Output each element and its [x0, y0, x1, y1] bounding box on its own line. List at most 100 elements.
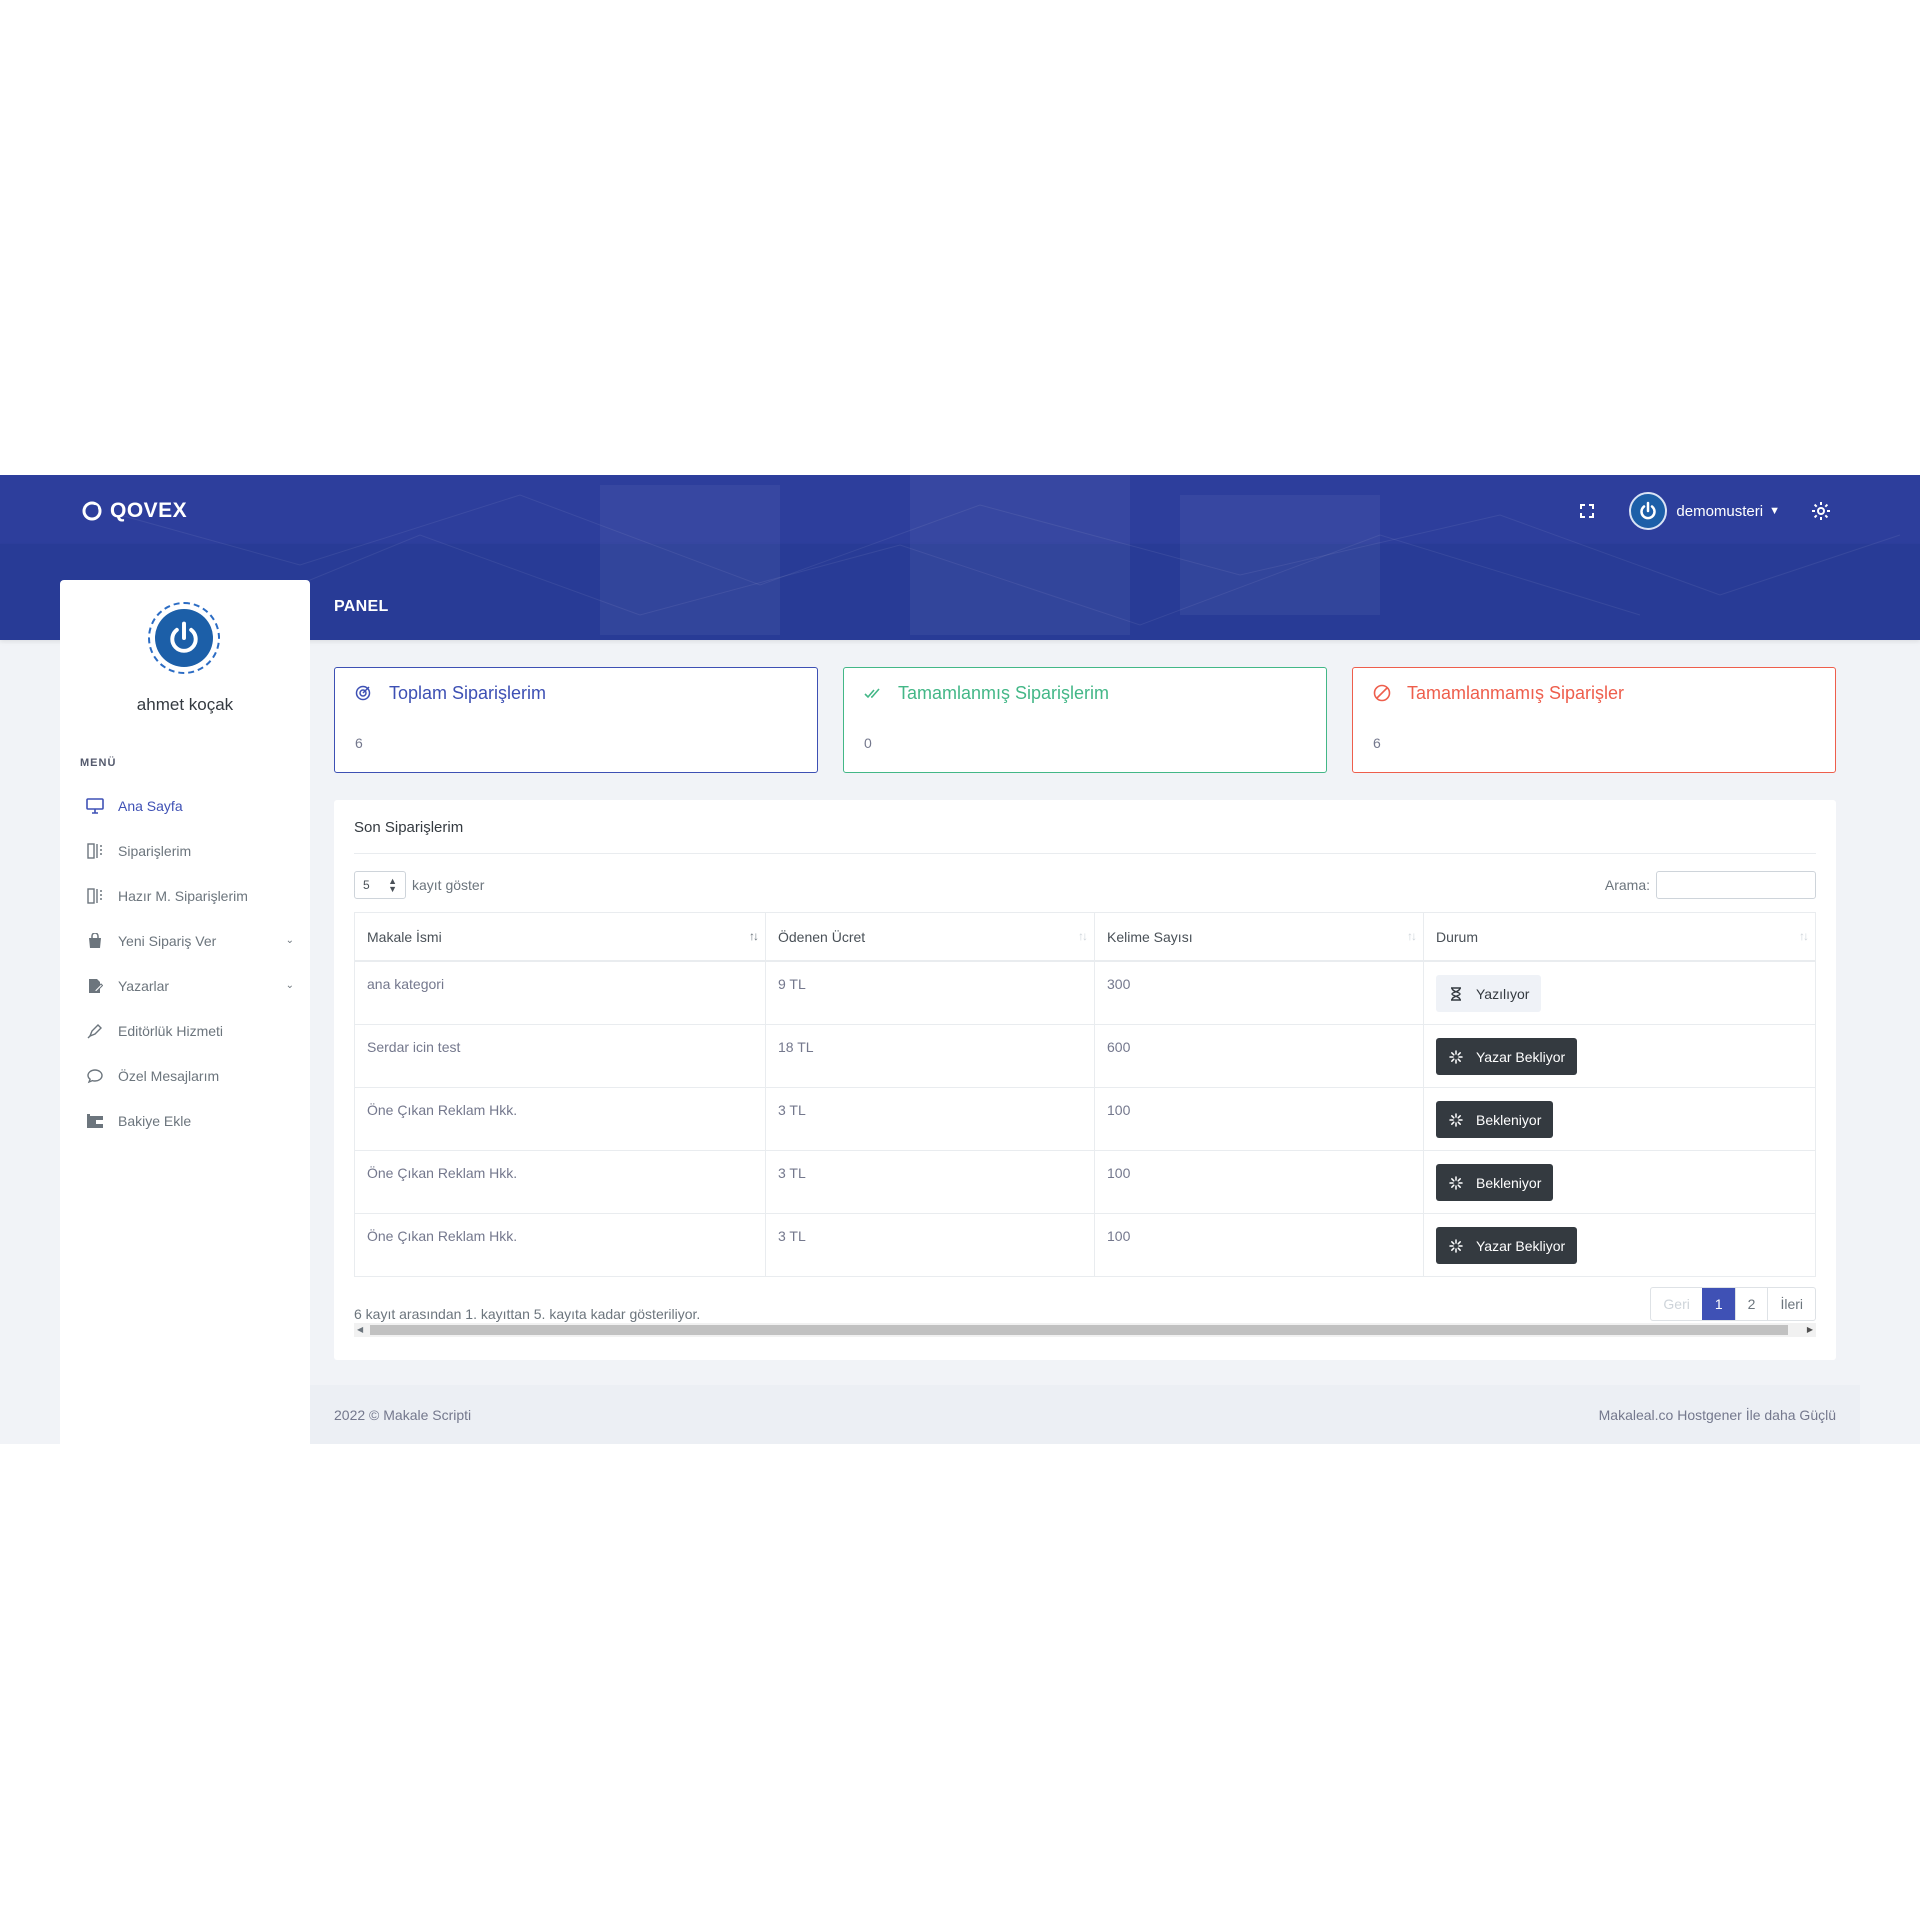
- search-input[interactable]: [1656, 871, 1816, 899]
- fullscreen-icon[interactable]: [1567, 491, 1607, 531]
- cell-name: Öne Çıkan Reklam Hkk.: [367, 1228, 518, 1244]
- stat-title: Tamamlanmamış Siparişler: [1407, 682, 1625, 703]
- page-length-control: 5 ▲ ▼ kayıt göster: [354, 871, 484, 899]
- chevron-down-icon[interactable]: ⌄: [286, 980, 294, 991]
- shopping-bag-icon: [84, 930, 106, 952]
- stat-title: Toplam Siparişlerim: [389, 682, 547, 703]
- profile-name: ahmet koçak: [136, 695, 234, 714]
- column-label: Ödenen Ücret: [778, 928, 866, 945]
- status-badge[interactable]: Yazar Bekliyor: [1436, 1038, 1578, 1075]
- pagination: Geri 1 2 İleri: [1650, 1287, 1816, 1321]
- status-label: Yazılıyor: [1476, 985, 1530, 1002]
- table-row[interactable]: Öne Çıkan Reklam Hkk. 3 TL 100 Yazar Bek…: [354, 1213, 1816, 1277]
- stat-value: 6: [355, 735, 363, 751]
- sidebar-item-bakiye-ekle[interactable]: Bakiye Ekle: [80, 1098, 310, 1143]
- chevron-down-icon[interactable]: ⌄: [286, 935, 294, 946]
- pagination-page-2[interactable]: 2: [1734, 1288, 1768, 1320]
- sort-updown-icon: ▲ ▼: [388, 876, 397, 894]
- sidebar-item-label: Siparişlerim: [118, 842, 192, 859]
- cell-name: Öne Çıkan Reklam Hkk.: [367, 1102, 518, 1118]
- horizontal-scrollbar[interactable]: ◀ ▶: [354, 1323, 1816, 1337]
- scroll-right-icon[interactable]: ▶: [1807, 1323, 1813, 1337]
- sidebar: ahmet koçak MENÜ Ana Sayfa Siparişlerim …: [60, 580, 310, 1444]
- search-label: Arama:: [1604, 877, 1650, 893]
- stat-card-completed[interactable]: Tamamlanmış Siparişlerim 0: [843, 667, 1327, 773]
- page-length-value: 5: [363, 878, 370, 892]
- sidebar-item-label: Hazır M. Siparişlerim: [118, 887, 248, 904]
- sidebar-item-yazarlar[interactable]: Yazarlar ⌄: [80, 963, 310, 1008]
- column-header-durum[interactable]: Durum ↑↓: [1423, 912, 1816, 962]
- cell-words: 100: [1107, 1228, 1131, 1244]
- columns-icon: [84, 840, 106, 862]
- hourglass-icon: [1448, 986, 1464, 1002]
- chat-icon: [84, 1065, 106, 1087]
- user-avatar[interactable]: [1629, 492, 1668, 530]
- sidebar-item-label: Editörlük Hizmeti: [118, 1022, 224, 1039]
- cell-price: 9 TL: [778, 976, 806, 992]
- power-icon: [1640, 501, 1657, 520]
- divider: [354, 853, 1816, 854]
- sort-asc-icon: ↑↓: [749, 929, 759, 943]
- column-header-makale[interactable]: Makale İsmi ↑↓: [354, 912, 766, 962]
- footer: 2022 © Makale Scripti Makaleal.co Hostge…: [310, 1385, 1860, 1444]
- column-label: Makale İsmi: [367, 928, 442, 945]
- sidebar-item-siparislerim[interactable]: Siparişlerim: [80, 828, 310, 873]
- app-shell: QOVEX demomusteri ▼ PANEL ahmet koçak ME…: [0, 475, 1920, 1444]
- footer-copyright: 2022 © Makale Scripti: [334, 1407, 472, 1423]
- stat-card-incomplete[interactable]: Tamamlanmamış Siparişler 6: [1352, 667, 1836, 773]
- table-row[interactable]: Serdar icin test 18 TL 600 Yazar Bekliyo…: [354, 1024, 1816, 1088]
- cell-price: 3 TL: [778, 1228, 806, 1244]
- profile-avatar: [148, 602, 220, 674]
- sidebar-item-ana-sayfa[interactable]: Ana Sayfa: [80, 783, 310, 828]
- status-badge[interactable]: Bekleniyor: [1436, 1101, 1554, 1138]
- column-header-kelime[interactable]: Kelime Sayısı ↑↓: [1094, 912, 1424, 962]
- sidebar-item-editorluk[interactable]: Editörlük Hizmeti: [80, 1008, 310, 1053]
- status-badge[interactable]: Yazılıyor: [1436, 975, 1542, 1012]
- scrollbar-thumb[interactable]: [370, 1325, 1788, 1335]
- column-header-ucret[interactable]: Ödenen Ücret ↑↓: [765, 912, 1095, 962]
- recent-orders-card: Son Siparişlerim 5 ▲ ▼ kayıt göster Arama…: [334, 800, 1836, 1360]
- power-icon: [170, 621, 198, 653]
- spinner-icon: [1448, 1175, 1464, 1191]
- columns-icon: [84, 885, 106, 907]
- pen-icon: [84, 1020, 106, 1042]
- cell-price: 3 TL: [778, 1102, 806, 1118]
- chevron-down-icon[interactable]: ▼: [1769, 505, 1780, 517]
- cell-name: Serdar icin test: [367, 1039, 461, 1055]
- page-length-label: kayıt göster: [412, 877, 485, 893]
- cell-price: 3 TL: [778, 1165, 806, 1181]
- stat-title: Tamamlanmış Siparişlerim: [898, 682, 1110, 703]
- wallet-icon: [84, 1110, 106, 1132]
- table-row[interactable]: ana kategori 9 TL 300 Yazılıyor: [354, 960, 1816, 1025]
- cell-words: 100: [1107, 1102, 1131, 1118]
- pagination-prev[interactable]: Geri: [1651, 1288, 1701, 1320]
- pagination-next[interactable]: İleri: [1767, 1288, 1815, 1320]
- brand-name: QOVEX: [110, 499, 188, 522]
- table-row[interactable]: Öne Çıkan Reklam Hkk. 3 TL 100 Bekleniyo…: [354, 1087, 1816, 1151]
- pagination-page-1[interactable]: 1: [1701, 1288, 1735, 1320]
- stat-value: 6: [1373, 735, 1381, 751]
- cell-words: 300: [1107, 976, 1131, 992]
- sidebar-item-label: Bakiye Ekle: [118, 1112, 192, 1129]
- sidebar-item-ozel-mesajlar[interactable]: Özel Mesajlarım: [80, 1053, 310, 1098]
- page-length-select[interactable]: 5 ▲ ▼: [354, 871, 406, 899]
- table-row[interactable]: Öne Çıkan Reklam Hkk. 3 TL 100 Bekleniyo…: [354, 1150, 1816, 1214]
- sidebar-item-hazir-siparislerim[interactable]: Hazır M. Siparişlerim: [80, 873, 310, 918]
- scroll-left-icon[interactable]: ◀: [357, 1323, 363, 1337]
- footer-credit: Makaleal.co Hostgener İle daha Güçlü: [1598, 1407, 1836, 1423]
- status-label: Yazar Bekliyor: [1476, 1048, 1566, 1065]
- stat-card-total[interactable]: Toplam Siparişlerim 6: [334, 667, 818, 773]
- status-label: Yazar Bekliyor: [1476, 1237, 1566, 1254]
- file-edit-icon: [84, 975, 106, 997]
- sidebar-menu: Ana Sayfa Siparişlerim Hazır M. Siparişl…: [80, 783, 310, 1143]
- gear-icon[interactable]: [1810, 500, 1832, 522]
- brand-logo[interactable]: QOVEX: [82, 499, 187, 523]
- status-badge[interactable]: Yazar Bekliyor: [1436, 1227, 1578, 1264]
- sidebar-item-yeni-siparis[interactable]: Yeni Sipariş Ver ⌄: [80, 918, 310, 963]
- user-name[interactable]: demomusteri: [1676, 503, 1763, 520]
- sort-icon: ↑↓: [1407, 929, 1417, 943]
- sidebar-item-label: Özel Mesajlarım: [118, 1067, 220, 1084]
- stat-value: 0: [864, 735, 872, 751]
- status-badge[interactable]: Bekleniyor: [1436, 1164, 1554, 1201]
- sidebar-item-label: Yeni Sipariş Ver: [118, 932, 217, 949]
